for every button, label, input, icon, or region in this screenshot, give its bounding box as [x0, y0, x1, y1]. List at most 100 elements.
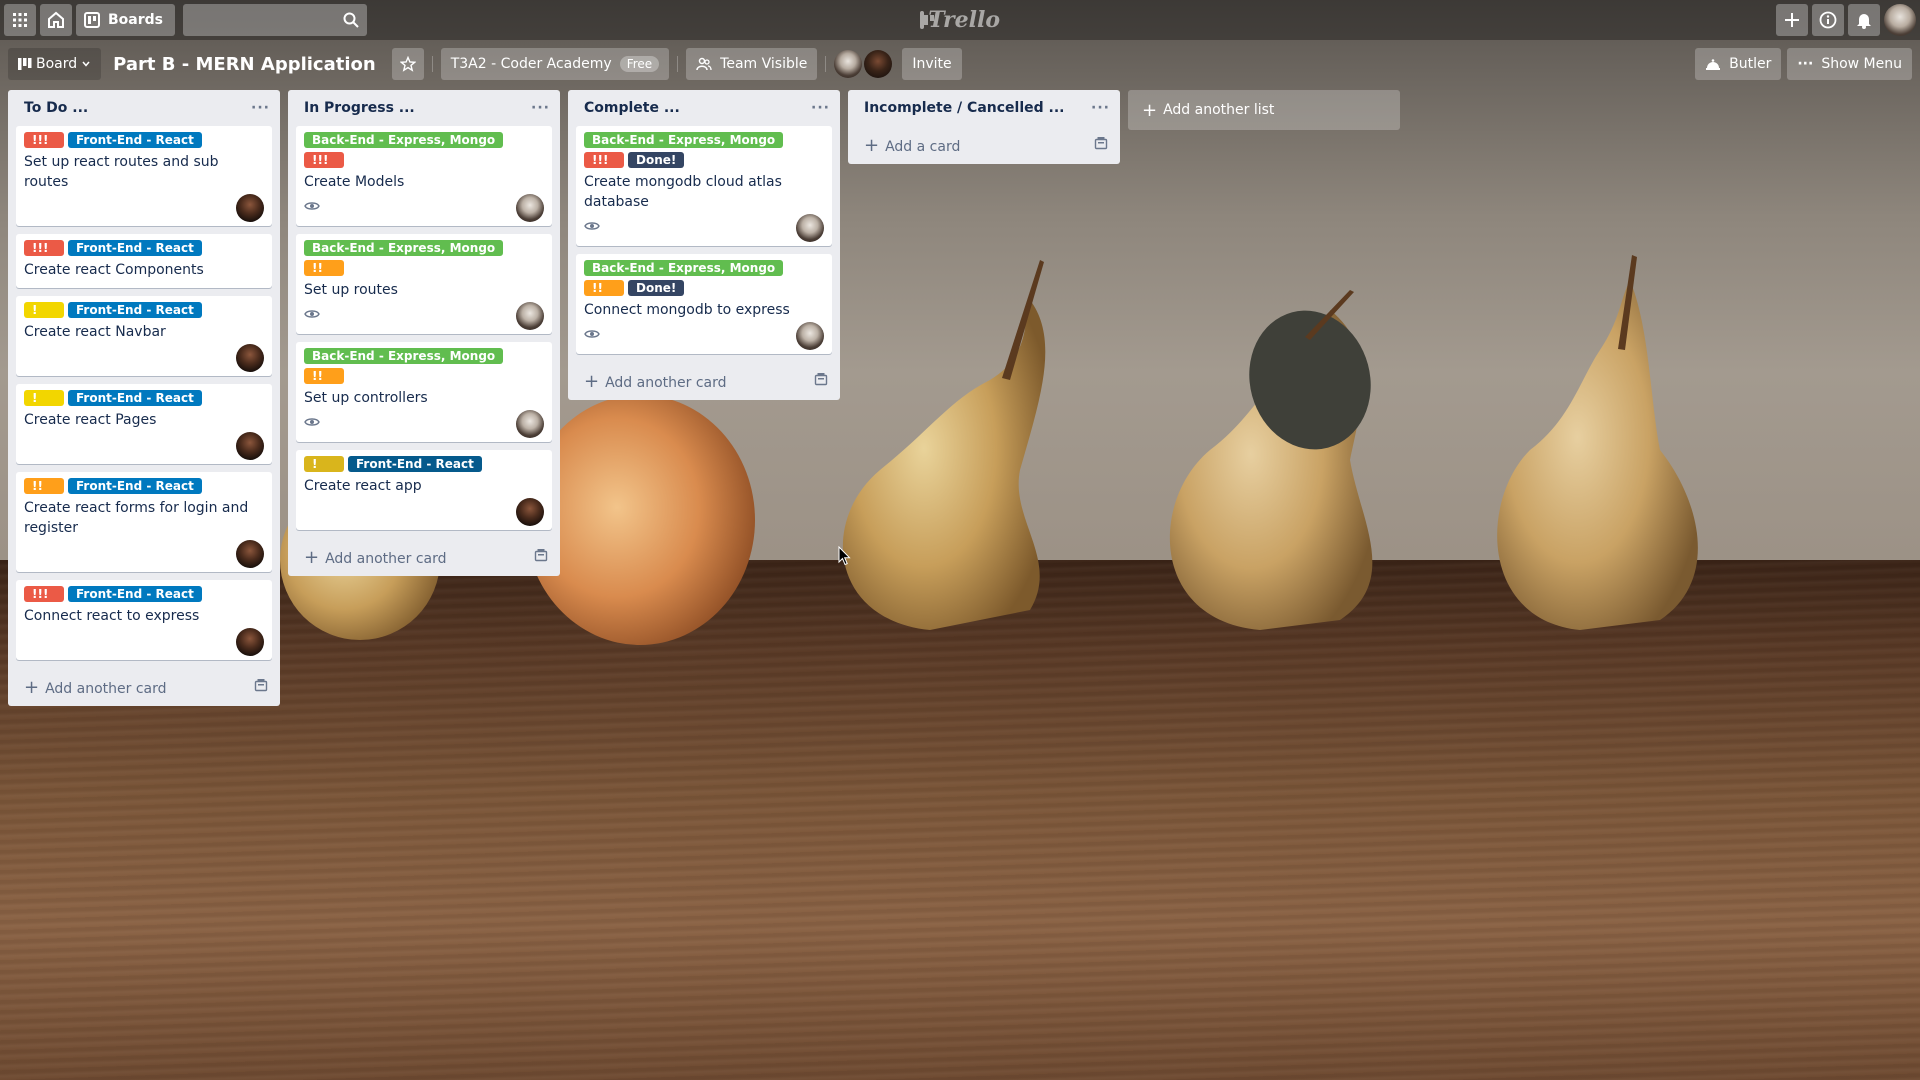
card-title: Set up react routes and sub routes: [24, 154, 219, 190]
card[interactable]: Back-End - Express, Mongo!!! Create Model…: [296, 126, 552, 226]
card-member-avatar[interactable]: [516, 302, 544, 330]
card-label[interactable]: !!!: [24, 240, 64, 256]
card[interactable]: !!! Front-End - React Set up react routes …: [16, 126, 272, 226]
notifications-button[interactable]: [1848, 4, 1880, 36]
card-label[interactable]: Front-End - React: [348, 456, 482, 472]
card-title: Set up controllers: [304, 390, 428, 406]
list-header[interactable]: Complete ... ···: [568, 90, 840, 126]
butler-label: Butler: [1729, 56, 1772, 72]
card[interactable]: Back-End - Express, Mongo!! Set up routes: [296, 234, 552, 334]
list-header[interactable]: In Progress ... ···: [288, 90, 560, 126]
boards-button[interactable]: Boards: [76, 4, 175, 36]
card-label[interactable]: Back-End - Express, Mongo: [304, 348, 504, 364]
cursor-icon: [838, 545, 851, 566]
card-label[interactable]: Back-End - Express, Mongo: [304, 132, 504, 148]
card-label[interactable]: Front-End - React: [68, 240, 202, 256]
card-template-icon[interactable]: [814, 372, 828, 390]
watching-eye-icon: [304, 200, 320, 216]
user-avatar[interactable]: [1884, 4, 1916, 36]
card-label[interactable]: Done!: [628, 280, 685, 296]
card-label[interactable]: Front-End - React: [68, 302, 202, 318]
card-footer: [24, 540, 264, 568]
board-header-right: Butler ··· Show Menu: [1689, 48, 1912, 80]
card-member-avatar[interactable]: [236, 344, 264, 372]
add-card-button[interactable]: + Add another card: [8, 668, 280, 706]
card-template-icon[interactable]: [1094, 136, 1108, 154]
board-view-switcher[interactable]: Board: [8, 48, 102, 80]
card[interactable]: ! Front-End - React Create react Pages: [16, 384, 272, 464]
card-label[interactable]: Done!: [628, 152, 685, 168]
add-card-button[interactable]: + Add another card: [568, 362, 840, 400]
card-footer: [584, 322, 824, 350]
search-input[interactable]: [183, 4, 367, 36]
card-label[interactable]: !!: [24, 478, 64, 494]
card-member-avatar[interactable]: [516, 498, 544, 526]
card-label[interactable]: !!: [584, 280, 624, 296]
create-button[interactable]: [1776, 4, 1808, 36]
member-avatar[interactable]: [864, 50, 893, 78]
card-label[interactable]: Front-End - React: [68, 132, 202, 148]
card[interactable]: ! Front-End - React Create react app: [296, 450, 552, 530]
card-label[interactable]: !: [24, 390, 64, 406]
card[interactable]: Back-End - Express, Mongo!! Done! Connect …: [576, 254, 832, 354]
list-header[interactable]: To Do ... ···: [8, 90, 280, 126]
board-title[interactable]: Part B - MERN Application: [109, 54, 388, 75]
card-template-icon[interactable]: [534, 548, 548, 566]
add-another-list-button[interactable]: + Add another list: [1128, 90, 1400, 130]
home-button[interactable]: [40, 4, 72, 36]
card-member-avatar[interactable]: [796, 214, 824, 242]
butler-button[interactable]: Butler: [1695, 48, 1782, 80]
team-button[interactable]: T3A2 - Coder Academy Free: [440, 48, 670, 80]
card[interactable]: !! Front-End - React Create react forms fo…: [16, 472, 272, 572]
card[interactable]: Back-End - Express, Mongo!!! Done! Create …: [576, 126, 832, 246]
card-label[interactable]: Front-End - React: [68, 390, 202, 406]
member-avatar[interactable]: [834, 50, 863, 78]
card-label[interactable]: Front-End - React: [68, 586, 202, 602]
star-board-button[interactable]: [391, 48, 424, 80]
card-label[interactable]: !!!: [24, 132, 64, 148]
card-member-avatar[interactable]: [516, 194, 544, 222]
list-title[interactable]: Incomplete / Cancelled ...: [864, 100, 1064, 116]
card-member-avatar[interactable]: [236, 540, 264, 568]
card-label[interactable]: !: [24, 302, 64, 318]
list-menu-icon[interactable]: ···: [1091, 100, 1110, 116]
list-title[interactable]: Complete ...: [584, 100, 680, 116]
card-label[interactable]: Back-End - Express, Mongo: [304, 240, 504, 256]
card-label[interactable]: Back-End - Express, Mongo: [584, 132, 784, 148]
card-label[interactable]: Front-End - React: [68, 478, 202, 494]
list-menu-icon[interactable]: ···: [811, 100, 830, 116]
list-header[interactable]: Incomplete / Cancelled ... ···: [848, 90, 1120, 126]
list-title[interactable]: To Do ...: [24, 100, 88, 116]
card-member-avatar[interactable]: [796, 322, 824, 350]
card[interactable]: Back-End - Express, Mongo!! Set up contro…: [296, 342, 552, 442]
apps-button[interactable]: [4, 4, 36, 36]
add-card-button[interactable]: + Add a card: [848, 126, 1120, 164]
add-card-button[interactable]: + Add another card: [288, 538, 560, 576]
card-member-avatar[interactable]: [236, 628, 264, 656]
card[interactable]: ! Front-End - React Create react Navbar: [16, 296, 272, 376]
list-menu-icon[interactable]: ···: [251, 100, 270, 116]
list-title[interactable]: In Progress ...: [304, 100, 415, 116]
card-label[interactable]: !!!: [24, 586, 64, 602]
card[interactable]: !!! Front-End - React Create react Compone…: [16, 234, 272, 288]
card-title: Connect mongodb to express: [584, 302, 790, 318]
visibility-button[interactable]: Team Visible: [686, 48, 818, 80]
list-menu-icon[interactable]: ···: [531, 100, 550, 116]
trello-logo[interactable]: Trello: [920, 6, 1000, 34]
card[interactable]: !!! Front-End - React Connect react to exp…: [16, 580, 272, 660]
card-member-avatar[interactable]: [236, 432, 264, 460]
card-label[interactable]: !!: [304, 260, 344, 276]
card-member-avatar[interactable]: [236, 194, 264, 222]
card-label[interactable]: Back-End - Express, Mongo: [584, 260, 784, 276]
card-label[interactable]: !!: [304, 368, 344, 384]
card-label[interactable]: !!!: [584, 152, 624, 168]
board-header: Board Part B - MERN Application T3A2 - C…: [0, 44, 1920, 84]
trello-logo-icon: [920, 11, 935, 29]
card-member-avatar[interactable]: [516, 410, 544, 438]
card-label[interactable]: !: [304, 456, 344, 472]
show-menu-button[interactable]: ··· Show Menu: [1787, 48, 1912, 80]
info-button[interactable]: [1812, 4, 1844, 36]
card-label[interactable]: !!!: [304, 152, 344, 168]
card-template-icon[interactable]: [254, 678, 268, 696]
invite-button[interactable]: Invite: [902, 48, 962, 80]
